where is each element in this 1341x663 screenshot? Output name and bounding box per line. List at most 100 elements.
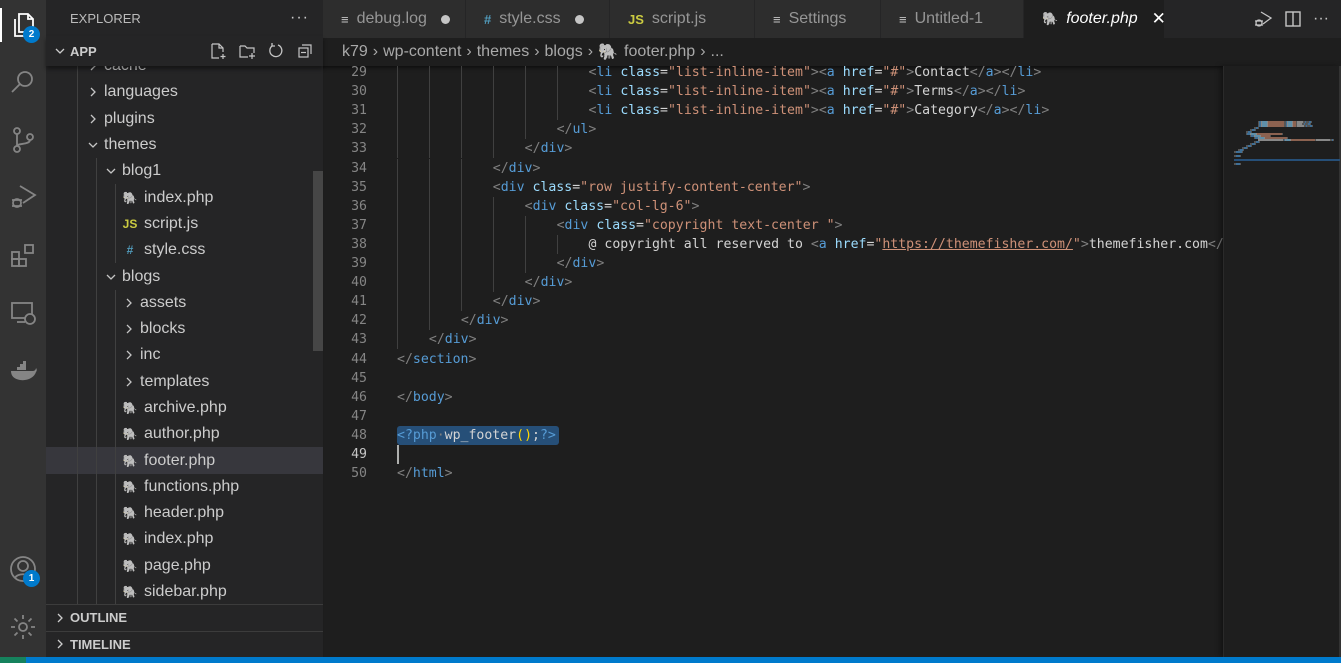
code-line[interactable]: 42 </div> [323,311,1223,331]
indent-guide [428,311,430,331]
tab-debug-log[interactable]: ≡ debug.log [323,0,466,38]
tree-file-sidebar-php[interactable]: 🐘 sidebar.php [46,578,323,606]
tree-file-style-css[interactable]: # style.css [46,237,323,264]
breadcrumb: k79 › wp-content › themes › blogs › 🐘 footer.php ›… [323,38,1341,66]
code-line[interactable]: 33 </div> [323,139,1223,159]
token-pun: < [556,217,565,233]
php-file-icon: 🐘 [122,401,138,415]
gear-icon [11,615,35,639]
tree-folder-themes[interactable]: themes [46,131,323,159]
tree-folder-inc[interactable]: inc [46,342,323,369]
code-line[interactable]: 30 <li class="list-inline-item"><a href="… [323,82,1223,102]
activity-accounts[interactable]: 1 [0,546,46,592]
code-line[interactable]: 43 </div> [323,330,1223,350]
activity-explorer[interactable]: 2 [0,2,46,48]
close-icon[interactable]: ✕ [1152,9,1166,29]
refresh-button[interactable] [263,40,288,62]
tree-folder-blogs[interactable]: blogs [46,263,323,290]
tree-folder-templates[interactable]: templates [46,368,323,395]
code-line[interactable]: 36 <div class="col-lg-6"> [323,196,1223,216]
new-file-button[interactable] [205,40,230,62]
tab-footer-php[interactable]: 🐘 footer.php ✕ [1024,0,1166,38]
new-folder-button[interactable] [234,40,259,62]
tree-folder-blocks[interactable]: blocks [46,315,323,343]
indent-guide [397,196,398,216]
indent-guide [77,289,78,316]
activity-source-control[interactable] [0,117,46,163]
code-line[interactable]: 38 @ copyright all reserved to <a href="h… [323,234,1223,254]
tree-file-index-php[interactable]: 🐘 index.php [46,526,323,553]
minimap[interactable] [1223,66,1341,657]
code-line[interactable]: 47 [323,407,1223,426]
tree-file-author-php[interactable]: 🐘 author.php [46,421,323,448]
tree-folder-cache[interactable]: cache [46,66,323,80]
code-line[interactable]: 48 <?php·wp_footer();?> [323,425,1223,445]
tab-style-css[interactable]: # style.css [466,0,610,38]
run-debug-button[interactable] [1253,9,1273,29]
unsaved-dot-icon[interactable] [440,14,450,24]
tree-file-archive-php[interactable]: 🐘 archive.php [46,394,323,422]
breadcrumb-item[interactable]: k79 [342,43,368,61]
tree-folder-blog1[interactable]: blog1 [46,158,323,185]
outline-section-header[interactable]: OUTLINE [46,604,323,631]
code-line[interactable]: 39 </div> [323,254,1223,274]
remote-indicator[interactable] [0,657,26,663]
code-line[interactable]: 37 <div class="copyright text-center "> [323,215,1223,235]
activity-docker[interactable] [0,348,46,394]
breadcrumb-item[interactable]: themes [477,43,529,61]
activity-manage[interactable] [0,604,46,650]
explorer-more-actions-button[interactable]: ··· [290,9,309,27]
line-number: 41 [351,294,367,310]
token-str: "#" [882,103,907,119]
code-line[interactable]: 40 </div> [323,273,1223,293]
tab-settings[interactable]: ≡ Settings [755,0,881,38]
tree-file-index-php[interactable]: 🐘 index.php [46,184,323,211]
minimap-token [1282,133,1283,135]
explorer-scrollbar[interactable] [313,171,323,351]
token-txt: @ copyright all reserved to [588,236,811,252]
indent-guide [96,315,97,343]
line-number: 36 [351,198,367,214]
split-editor-button[interactable] [1283,9,1303,29]
token-url[interactable]: https://themefisher.com/ [882,237,1073,252]
code-line[interactable]: 31 <li class="list-inline-item"><a href="… [323,101,1223,121]
tree-file-script-js[interactable]: JS script.js [46,210,323,238]
activity-search[interactable] [0,59,46,105]
code-line[interactable]: 46 </body> [323,388,1223,407]
code-line[interactable]: 29 <li class="list-inline-item"><a href="… [323,66,1223,83]
tree-file-functions-php[interactable]: 🐘 functions.php [46,473,323,501]
code-editor[interactable]: 29 <li class="list-inline-item"><a href="… [323,66,1223,657]
code-line[interactable]: 35 <div class="row justify-content-center… [323,177,1223,197]
breadcrumb-item[interactable]: ... [711,43,724,61]
tree-folder-plugins[interactable]: plugins [46,105,323,132]
code-line[interactable]: 44 </section> [323,350,1223,369]
tree-file-footer-php[interactable]: 🐘 footer.php [46,447,323,474]
line-number: 40 [351,275,367,291]
breadcrumb-item[interactable]: footer.php [624,43,695,61]
token-pun: </ [460,313,477,329]
tree-file-header-php[interactable]: 🐘 header.php [46,500,323,527]
code-line[interactable]: 32 </ul> [323,120,1223,140]
tree-folder-assets[interactable]: assets [46,289,323,316]
collapse-all-button[interactable] [292,40,317,62]
code-line[interactable]: 45 [323,369,1223,388]
breadcrumb-item[interactable]: wp-content [383,43,461,61]
activity-run-debug[interactable] [0,174,46,220]
timeline-section-header[interactable]: TIMELINE [46,630,323,658]
tree-file-page-php[interactable]: 🐘 page.php [46,552,323,579]
activity-remote-explorer[interactable] [0,290,46,336]
code-line[interactable]: 34 </div> [323,158,1223,178]
indent-guide [115,500,116,527]
breadcrumb-item[interactable]: blogs [545,43,583,61]
activity-extensions[interactable] [0,233,46,279]
tab-untitled-1[interactable]: ≡ Untitled-1 [881,0,1024,38]
tab-script-js[interactable]: JS script.js [610,0,755,38]
code-line[interactable]: 50 </html> [323,464,1223,483]
unsaved-dot-icon[interactable] [574,14,584,24]
code-line[interactable]: 41 </div> [323,292,1223,312]
workspace-root-header[interactable]: APP [46,36,323,66]
tree-folder-languages[interactable]: languages [46,79,323,106]
more-actions-button[interactable]: ··· [1313,10,1329,28]
code-line[interactable]: 49 [323,445,1223,464]
indent-guide [556,101,558,121]
